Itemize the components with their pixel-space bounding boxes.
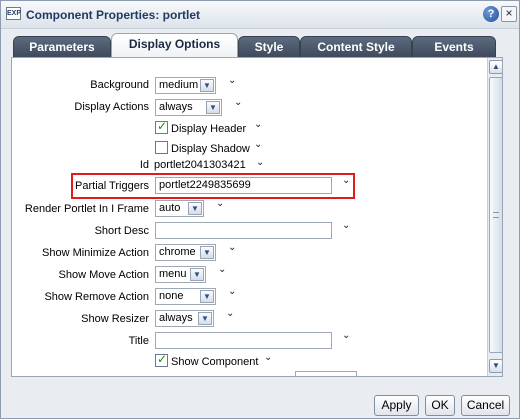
scrollbar-thumb[interactable] bbox=[489, 77, 502, 353]
show-move-label: Show Move Action bbox=[58, 269, 150, 281]
apply-button[interactable]: Apply bbox=[374, 395, 419, 416]
tab-style[interactable]: Style bbox=[238, 36, 300, 58]
display-actions-select[interactable]: always ▼ bbox=[155, 99, 222, 116]
show-minimize-select[interactable]: chrome ▼ bbox=[155, 244, 216, 261]
render-portlet-select[interactable]: auto ▼ bbox=[155, 200, 204, 217]
chevron-down-icon[interactable]: ⌄ bbox=[228, 286, 236, 297]
vertical-scrollbar[interactable]: ▲ ▼ bbox=[487, 58, 502, 376]
title-label: Title bbox=[128, 335, 149, 347]
show-component-checkbox[interactable] bbox=[155, 352, 168, 367]
ok-button[interactable]: OK bbox=[425, 395, 455, 416]
scroll-up-arrow-icon[interactable]: ▲ bbox=[489, 60, 502, 74]
display-header-label: Display Header bbox=[171, 123, 247, 135]
background-value: medium bbox=[159, 79, 199, 91]
short-desc-label: Short Desc bbox=[94, 225, 149, 237]
render-portlet-label: Render Portlet In I Frame bbox=[24, 203, 149, 215]
dropdown-arrow-icon: ▼ bbox=[190, 268, 204, 281]
display-actions-label: Display Actions bbox=[74, 101, 149, 113]
dropdown-arrow-icon: ▼ bbox=[200, 246, 214, 259]
close-icon[interactable]: × bbox=[501, 6, 517, 22]
show-remove-label: Show Remove Action bbox=[44, 291, 149, 303]
dropdown-arrow-icon: ▼ bbox=[200, 290, 214, 303]
chevron-down-icon[interactable]: ⌄ bbox=[342, 220, 350, 231]
dropdown-arrow-icon: ▼ bbox=[198, 312, 212, 325]
chevron-down-icon[interactable]: ⌄ bbox=[234, 97, 242, 108]
tab-events[interactable]: Events bbox=[412, 36, 496, 58]
show-move-value: menu bbox=[159, 268, 187, 280]
title-input[interactable] bbox=[155, 332, 332, 349]
show-move-select[interactable]: menu ▼ bbox=[155, 266, 206, 283]
help-icon[interactable]: ? bbox=[483, 6, 499, 22]
chevron-down-icon[interactable]: ⌄ bbox=[342, 175, 350, 186]
show-minimize-value: chrome bbox=[159, 246, 196, 258]
dropdown-arrow-icon: ▼ bbox=[188, 202, 202, 215]
app-logo-icon: EXP bbox=[6, 7, 21, 20]
partial-triggers-label: Partial Triggers bbox=[75, 180, 149, 192]
title-bar[interactable]: EXP Component Properties: portlet ? × bbox=[1, 1, 519, 29]
grip-icon bbox=[493, 212, 499, 218]
chevron-down-icon[interactable]: ⌄ bbox=[264, 352, 272, 363]
tab-parameters[interactable]: Parameters bbox=[13, 36, 111, 58]
background-select[interactable]: medium ▼ bbox=[155, 77, 216, 94]
scroll-down-arrow-icon[interactable]: ▼ bbox=[489, 359, 502, 373]
show-resizer-select[interactable]: always ▼ bbox=[155, 310, 214, 327]
short-desc-input[interactable] bbox=[155, 222, 332, 239]
dropdown-arrow-icon: ▼ bbox=[200, 79, 214, 92]
show-resizer-label: Show Resizer bbox=[81, 313, 149, 325]
id-label: Id bbox=[139, 159, 149, 171]
show-remove-value: none bbox=[159, 290, 184, 302]
tab-strip: Parameters Display Options Style Content… bbox=[1, 30, 519, 59]
cancel-button[interactable]: Cancel bbox=[461, 395, 510, 416]
dialog-footer: Apply OK Cancel bbox=[1, 381, 519, 419]
chevron-down-icon[interactable]: ⌄ bbox=[218, 264, 226, 275]
chevron-down-icon[interactable]: ⌄ bbox=[342, 330, 350, 341]
dropdown-arrow-icon: ▼ bbox=[206, 101, 220, 114]
chevron-down-icon[interactable]: ⌄ bbox=[216, 198, 224, 209]
form-content: Background medium ▼ ⌄ Display Actions al… bbox=[12, 58, 487, 376]
chevron-down-icon[interactable]: ⌄ bbox=[254, 119, 262, 130]
chevron-down-icon[interactable]: ⌄ bbox=[254, 139, 262, 150]
tab-content-style[interactable]: Content Style bbox=[300, 36, 412, 58]
dialog-title: Component Properties: portlet bbox=[26, 8, 201, 22]
chevron-down-icon[interactable]: ⌄ bbox=[228, 242, 236, 253]
render-portlet-value: auto bbox=[159, 202, 181, 214]
display-actions-value: always bbox=[159, 101, 193, 113]
show-resizer-value: always bbox=[159, 312, 193, 324]
tab-display-options[interactable]: Display Options bbox=[111, 33, 238, 59]
display-header-checkbox[interactable] bbox=[155, 119, 168, 134]
show-remove-select[interactable]: none ▼ bbox=[155, 288, 216, 305]
chevron-down-icon[interactable]: ⌄ bbox=[256, 157, 264, 168]
partial-hidden-field[interactable] bbox=[295, 371, 357, 376]
chevron-down-icon[interactable]: ⌄ bbox=[228, 75, 236, 86]
show-minimize-label: Show Minimize Action bbox=[42, 247, 149, 259]
display-options-panel: Background medium ▼ ⌄ Display Actions al… bbox=[11, 57, 503, 377]
partial-triggers-input[interactable]: portlet2249835699 bbox=[155, 177, 332, 194]
display-shadow-label: Display Shadow bbox=[171, 143, 250, 155]
id-value: portlet2041303421 bbox=[154, 159, 246, 171]
display-shadow-checkbox[interactable] bbox=[155, 141, 168, 154]
chevron-down-icon[interactable]: ⌄ bbox=[226, 308, 234, 319]
component-properties-dialog: EXP Component Properties: portlet ? × Pa… bbox=[0, 0, 520, 419]
background-label: Background bbox=[90, 79, 149, 91]
show-component-label: Show Component bbox=[171, 356, 259, 368]
